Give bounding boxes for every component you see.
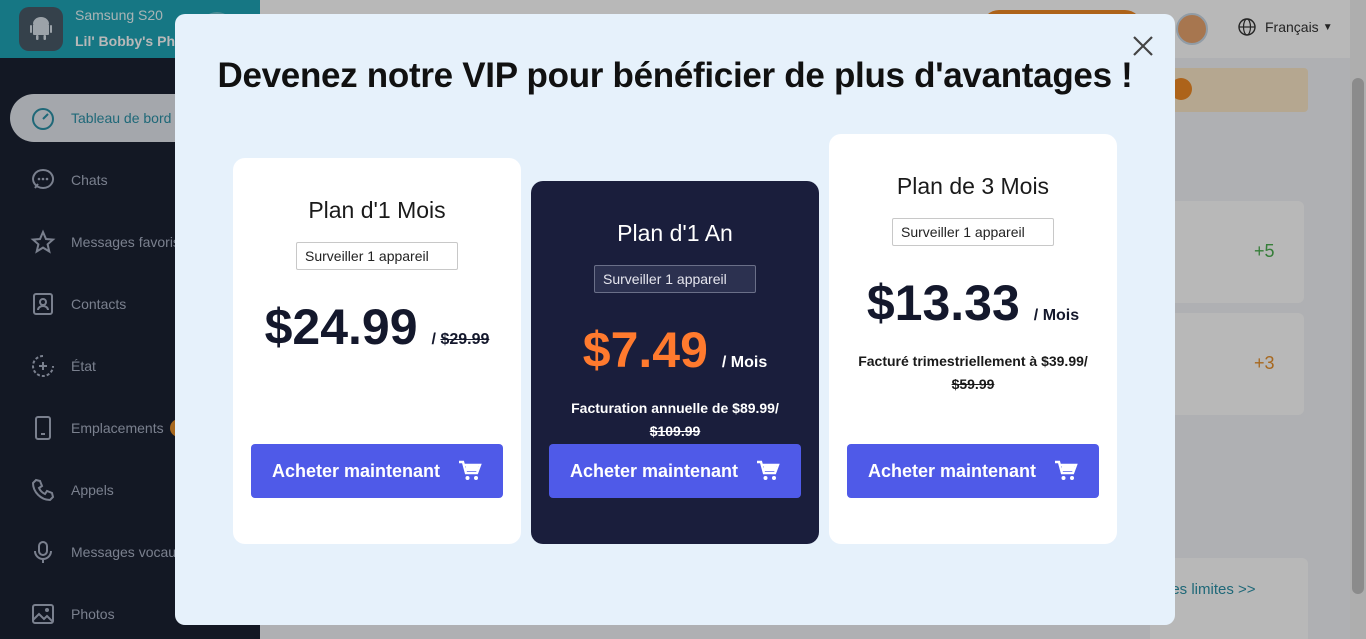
- plan-name: Plan de 3 Mois: [896, 173, 1050, 199]
- buy-now-button[interactable]: Acheter maintenant: [549, 444, 801, 498]
- old-price: $29.99: [440, 331, 490, 348]
- buy-now-label: Acheter maintenant: [569, 460, 739, 481]
- price-suffix: / $29.99: [432, 331, 490, 349]
- plan-card-1-month: Plan d'1 Mois Surveiller 1 appareil $24.…: [233, 158, 521, 544]
- buy-now-button[interactable]: Acheter maintenant: [847, 444, 1099, 498]
- cart-icon: [459, 460, 482, 480]
- billing-note: Facturation annuelle de $89.99/ $109.99: [551, 397, 799, 443]
- billing-text: Facturé trimestriellement à $39.99/: [858, 353, 1088, 369]
- plan-name: Plan d'1 Mois: [308, 197, 446, 223]
- cart-icon: [1055, 460, 1078, 480]
- billing-note: Facturé trimestriellement à $39.99/ $59.9…: [849, 350, 1097, 396]
- price-suffix: / Mois: [1033, 307, 1080, 324]
- price-row: $24.99 / $29.99: [233, 298, 521, 356]
- device-count-select[interactable]: Surveiller 1 appareil: [594, 265, 756, 293]
- billing-old-price: $109.99: [649, 423, 701, 439]
- plan-card-3-months: Plan de 3 Mois Surveiller 1 appareil $13…: [829, 134, 1117, 544]
- vip-modal: Devenez notre VIP pour bénéficier de plu…: [175, 14, 1175, 625]
- buy-now-label: Acheter maintenant: [271, 460, 441, 481]
- price: $24.99: [264, 299, 418, 355]
- buy-now-label: Acheter maintenant: [867, 460, 1037, 481]
- device-count-select[interactable]: Surveiller 1 appareil: [892, 218, 1054, 246]
- cart-icon: [757, 460, 780, 480]
- price-suffix: / Mois: [721, 354, 768, 371]
- device-count-select[interactable]: Surveiller 1 appareil: [296, 242, 458, 270]
- plan-card-1-year: Plan d'1 An Surveiller 1 appareil $7.49 …: [531, 181, 819, 544]
- price-row: $7.49 / Mois: [531, 321, 819, 379]
- modal-title: Devenez notre VIP pour bénéficier de plu…: [217, 56, 1133, 95]
- price: $13.33: [866, 275, 1020, 331]
- billing-text: Facturation annuelle de $89.99/: [571, 400, 779, 416]
- plan-name: Plan d'1 An: [617, 220, 733, 246]
- price: $7.49: [582, 322, 708, 378]
- billing-old-price: $59.99: [951, 376, 995, 392]
- buy-now-button[interactable]: Acheter maintenant: [251, 444, 503, 498]
- price-row: $13.33 / Mois: [829, 274, 1117, 332]
